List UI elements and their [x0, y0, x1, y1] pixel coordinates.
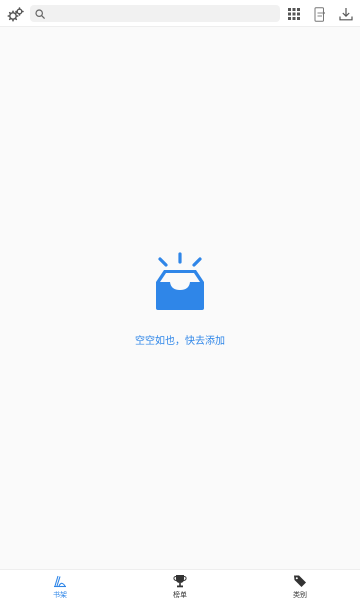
- search-icon: [35, 4, 45, 23]
- phone-transfer-icon[interactable]: [311, 5, 329, 23]
- nav-label-bookshelf: 书架: [53, 591, 67, 599]
- trophy-icon: [173, 574, 187, 588]
- top-bar: [0, 0, 360, 27]
- app-root: 空空如也，快去添加 书架 榜单 类别: [0, 0, 360, 600]
- empty-message: 空空如也，快去添加: [135, 336, 225, 347]
- nav-item-bookshelf[interactable]: 书架: [0, 570, 120, 600]
- empty-state: 空空如也，快去添加: [0, 252, 360, 347]
- nav-item-category[interactable]: 类别: [240, 570, 360, 600]
- nav-label-category: 类别: [293, 591, 307, 599]
- tags-icon: [293, 574, 307, 588]
- search-bar[interactable]: [30, 5, 280, 22]
- nav-item-ranking[interactable]: 榜单: [120, 570, 240, 600]
- empty-tray-icon: [144, 252, 216, 316]
- bookshelf-icon: [53, 574, 67, 588]
- nav-label-ranking: 榜单: [173, 591, 187, 599]
- search-input[interactable]: [45, 8, 280, 19]
- download-icon[interactable]: [337, 5, 355, 23]
- gears-icon[interactable]: [6, 5, 24, 23]
- grid-menu-icon[interactable]: [285, 5, 303, 23]
- bottom-nav: 书架 榜单 类别: [0, 569, 360, 600]
